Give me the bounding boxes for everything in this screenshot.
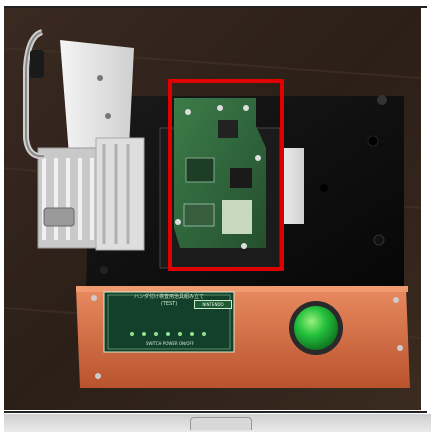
next-image-strip <box>4 414 431 432</box>
power-button-icon <box>289 301 343 355</box>
panel-tag: NINTENDO <box>194 300 232 309</box>
photo: ハンダ付け検査用治具組み立て (TEST) NINTENDO SWITCH PO… <box>4 8 421 410</box>
panel-note: SWITCH POWER ON/OFF <box>145 341 195 346</box>
photo-scene <box>4 8 421 410</box>
bottom-rule <box>4 411 427 413</box>
next-image-peek <box>190 417 252 430</box>
screenshot-frame: ハンダ付け検査用治具組み立て (TEST) NINTENDO SWITCH PO… <box>0 0 431 432</box>
